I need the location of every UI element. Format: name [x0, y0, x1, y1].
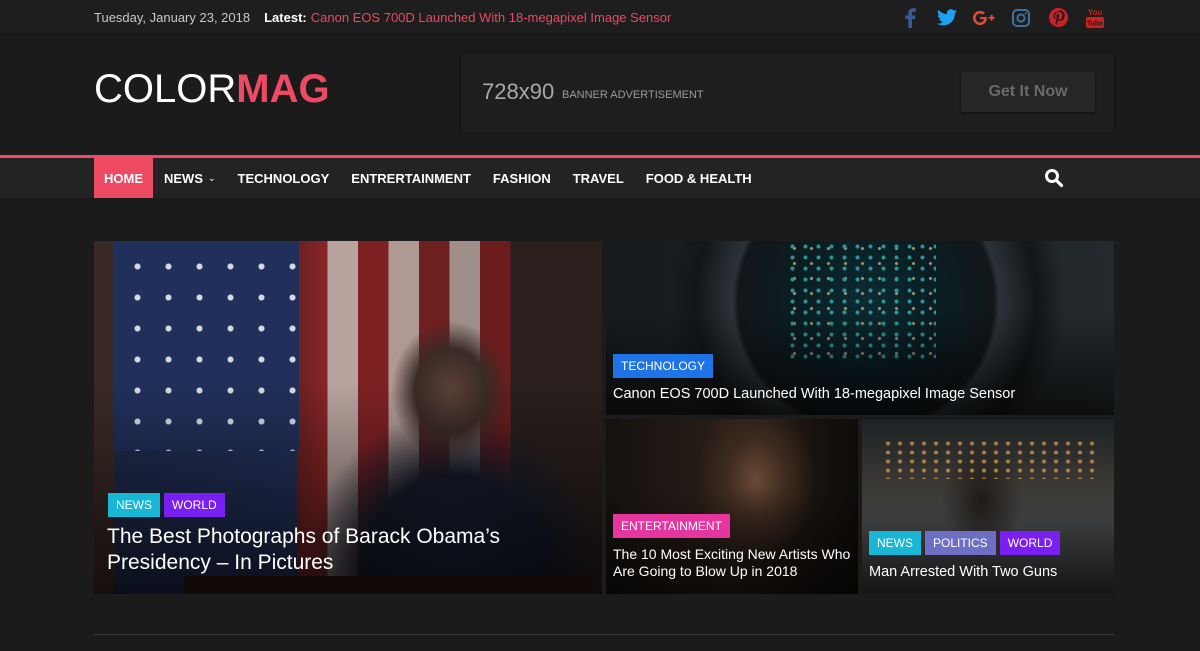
post-categories: NEWS POLITICS WORLD	[869, 531, 1061, 555]
instagram-icon	[1012, 8, 1030, 27]
logo-text-mag: MAG	[236, 67, 330, 111]
nav-item-label: FOOD & HEALTH	[645, 170, 752, 186]
post-image	[882, 439, 1102, 479]
chevron-down-icon: ⌄	[208, 172, 216, 183]
facebook-link[interactable]	[899, 7, 921, 29]
site-logo[interactable]: COLORMAG	[94, 67, 330, 112]
latest-label: Latest:	[264, 10, 307, 25]
nav-item-food-health[interactable]: FOOD & HEALTH	[635, 158, 763, 198]
nav-item-label: TRAVEL	[572, 170, 624, 186]
logo-text-color: COLOR	[94, 67, 237, 111]
get-it-now-button[interactable]: Get It Now	[961, 72, 1095, 112]
site-header: COLORMAG 728x90 BANNER ADVERTISEMENT Get…	[0, 35, 1200, 155]
post-title[interactable]: Canon EOS 700D Launched With 18-megapixe…	[613, 386, 1015, 402]
nav-item-label: HOME	[104, 170, 143, 186]
category-politics[interactable]: POLITICS	[925, 531, 996, 555]
category-technology[interactable]: TECHNOLOGY	[613, 354, 714, 378]
featured-post-large[interactable]: NEWS WORLD The Best Photographs of Barac…	[94, 241, 602, 594]
nav-item-label: ENTRERTAINMENT	[351, 170, 471, 186]
svg-text:Tube: Tube	[1087, 20, 1103, 27]
featured-post[interactable]: ENTERTAINMENT The 10 Most Exciting New A…	[606, 419, 858, 594]
post-categories: NEWS WORLD	[108, 493, 225, 517]
nav-item-travel[interactable]: TRAVEL	[562, 158, 635, 198]
nav-item-label: FASHION	[492, 170, 551, 186]
google-plus-icon	[973, 10, 995, 25]
banner-size: 728x90	[482, 79, 555, 104]
svg-text:You: You	[1088, 8, 1103, 17]
facebook-icon	[905, 7, 916, 28]
main-navigation: HOME NEWS ⌄ TECHNOLOGY ENTRERTAINMENT FAS…	[0, 158, 1200, 198]
nav-item-label: NEWS	[164, 170, 203, 186]
latest-news-link[interactable]: Canon EOS 700D Launched With 18-megapixe…	[311, 10, 672, 25]
current-date: Tuesday, January 23, 2018	[94, 10, 251, 25]
category-news[interactable]: NEWS	[108, 493, 160, 517]
nav-item-entertainment[interactable]: ENTRERTAINMENT	[340, 158, 482, 198]
nav-item-technology[interactable]: TECHNOLOGY	[227, 158, 341, 198]
section-divider	[94, 634, 1114, 635]
post-title[interactable]: The 10 Most Exciting New Artists Who Are…	[613, 546, 853, 580]
category-entertainment[interactable]: ENTERTAINMENT	[613, 514, 730, 538]
nav-item-home[interactable]: HOME	[94, 158, 153, 198]
youtube-link[interactable]: You Tube	[1084, 7, 1106, 29]
featured-post[interactable]: TECHNOLOGY Canon EOS 700D Launched With …	[606, 241, 1114, 415]
google-plus-link[interactable]	[973, 7, 995, 29]
youtube-icon: You Tube	[1086, 8, 1104, 28]
featured-post[interactable]: NEWS POLITICS WORLD Man Arrested With Tw…	[862, 419, 1114, 594]
pinterest-link[interactable]	[1047, 7, 1069, 29]
post-categories: TECHNOLOGY	[613, 354, 714, 378]
post-title[interactable]: The Best Photographs of Barack Obama’s P…	[107, 524, 577, 576]
nav-item-fashion[interactable]: FASHION	[482, 158, 562, 198]
post-categories: ENTERTAINMENT	[613, 514, 730, 538]
post-title[interactable]: Man Arrested With Two Guns	[869, 564, 1057, 580]
twitter-icon	[937, 9, 957, 26]
category-world[interactable]: WORLD	[999, 531, 1061, 555]
twitter-link[interactable]	[936, 7, 958, 29]
nav-item-label: TECHNOLOGY	[237, 170, 330, 186]
nav-item-news[interactable]: NEWS ⌄	[153, 158, 227, 198]
category-world[interactable]: WORLD	[164, 493, 225, 517]
banner-advertisement[interactable]: 728x90 BANNER ADVERTISEMENT Get It Now	[461, 53, 1114, 132]
search-icon	[1045, 169, 1064, 188]
featured-posts: NEWS WORLD The Best Photographs of Barac…	[94, 241, 1114, 594]
search-button[interactable]	[1044, 168, 1066, 190]
category-news[interactable]: NEWS	[869, 531, 921, 555]
instagram-link[interactable]	[1010, 7, 1032, 29]
banner-text: BANNER ADVERTISEMENT	[562, 89, 704, 101]
top-bar: Tuesday, January 23, 2018 Latest: Canon …	[0, 0, 1200, 35]
pinterest-icon	[1048, 8, 1068, 27]
social-links: You Tube	[899, 0, 1106, 35]
